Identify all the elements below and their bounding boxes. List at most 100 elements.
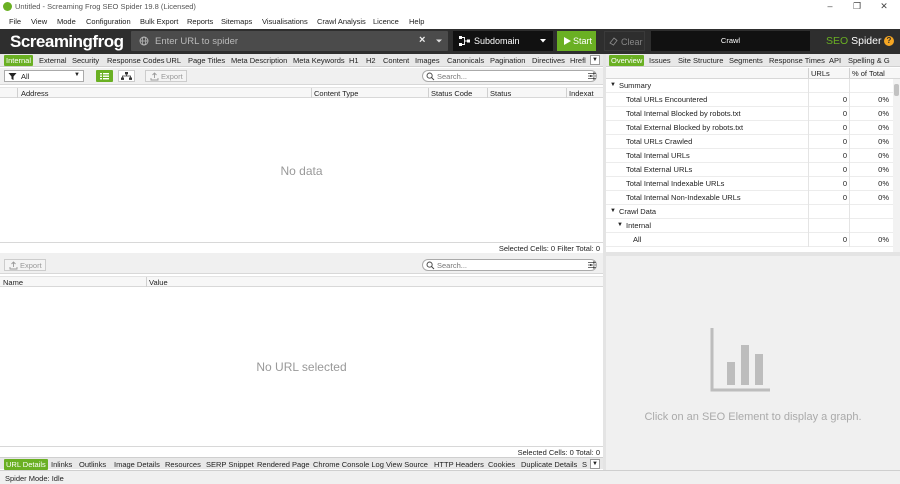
tree-view-button[interactable] <box>118 70 135 82</box>
menu-bulk-export[interactable]: Bulk Export <box>140 17 178 26</box>
search-input[interactable]: Search... <box>422 70 597 82</box>
tab-content[interactable]: Content <box>381 55 411 66</box>
lower-search-input[interactable]: Search... <box>422 259 597 271</box>
tab-response-times[interactable]: Response Times <box>767 55 827 66</box>
column-value[interactable]: Value <box>149 278 168 287</box>
list-item[interactable]: Total Internal Indexable URLs 0 0% <box>606 177 893 191</box>
tab-security[interactable]: Security <box>70 55 101 66</box>
tab-url-details[interactable]: URL Details <box>4 459 48 470</box>
overview-scrollbar[interactable] <box>893 79 900 252</box>
menu-sitemaps[interactable]: Sitemaps <box>221 17 252 26</box>
list-item[interactable]: All 0 0% <box>606 233 893 247</box>
filter-select[interactable]: All ▼ <box>4 70 84 82</box>
tab-api[interactable]: API <box>827 55 843 66</box>
menu-configuration[interactable]: Configuration <box>86 17 131 26</box>
list-view-button[interactable] <box>96 70 113 82</box>
menu-visualisations[interactable]: Visualisations <box>262 17 308 26</box>
menu-reports[interactable]: Reports <box>187 17 213 26</box>
tab-serp-snippet[interactable]: SERP Snippet <box>204 459 256 470</box>
clear-button[interactable]: Clear <box>604 31 645 51</box>
menu-file[interactable]: File <box>9 17 21 26</box>
list-item[interactable]: Total URLs Encountered 0 0% <box>606 93 893 107</box>
more-tabs-chevron-icon[interactable]: ▼ <box>590 459 600 469</box>
tab-spelling-grammar[interactable]: Spelling & G <box>846 55 892 66</box>
tree-node-internal[interactable]: ▼ Internal <box>606 219 893 233</box>
menu-view[interactable]: View <box>31 17 47 26</box>
search-icon <box>426 72 435 81</box>
close-button[interactable]: ✕ <box>874 1 894 12</box>
tab-external[interactable]: External <box>37 55 69 66</box>
column-percent-total[interactable]: % of Total <box>852 69 885 78</box>
tab-canonicals[interactable]: Canonicals <box>445 55 486 66</box>
minimize-button[interactable]: – <box>820 1 840 12</box>
more-tabs-chevron-icon[interactable]: ▼ <box>590 55 600 65</box>
tab-url[interactable]: URL <box>164 55 183 66</box>
eraser-icon <box>609 37 618 46</box>
tab-outlinks[interactable]: Outlinks <box>77 459 108 470</box>
crawl-mode-select[interactable]: Subdomain <box>453 31 553 51</box>
tab-images[interactable]: Images <box>413 55 442 66</box>
export-button[interactable]: Export <box>145 70 187 82</box>
menu-help[interactable]: Help <box>409 17 424 26</box>
tab-h2[interactable]: H2 <box>364 55 378 66</box>
list-item[interactable]: Total External URLs 0 0% <box>606 163 893 177</box>
tab-response-codes[interactable]: Response Codes <box>105 55 167 66</box>
tab-meta-keywords[interactable]: Meta Keywords <box>291 55 347 66</box>
list-item[interactable]: Total External Blocked by robots.txt 0 0… <box>606 121 893 135</box>
tab-directives[interactable]: Directives <box>530 55 567 66</box>
main-toolbar: Screamingfrog Enter URL to spider × Subd… <box>0 29 900 54</box>
column-status-code[interactable]: Status Code <box>431 89 472 98</box>
tab-inlinks[interactable]: Inlinks <box>49 459 74 470</box>
column-content-type[interactable]: Content Type <box>314 89 358 98</box>
graph-panel: Click on an SEO Element to display a gra… <box>606 256 900 470</box>
help-icon[interactable]: ? <box>884 36 894 46</box>
collapse-arrow-icon[interactable]: ▼ <box>617 222 623 228</box>
tab-http-headers[interactable]: HTTP Headers <box>432 459 486 470</box>
tab-resources[interactable]: Resources <box>163 459 203 470</box>
tab-cookies[interactable]: Cookies <box>486 459 517 470</box>
column-urls[interactable]: URLs <box>811 69 830 78</box>
column-indexability[interactable]: Indexat <box>569 89 594 98</box>
tree-node-crawl-data[interactable]: ▼ Crawl Data <box>606 205 893 219</box>
column-address[interactable]: Address <box>21 89 49 98</box>
tab-view-source[interactable]: View Source <box>384 459 430 470</box>
search-options-icon[interactable] <box>588 261 596 269</box>
start-button[interactable]: Start <box>557 31 596 51</box>
menu-crawl-analysis[interactable]: Crawl Analysis <box>317 17 366 26</box>
search-options-icon[interactable] <box>588 72 596 80</box>
url-input[interactable]: Enter URL to spider × <box>131 31 448 51</box>
tab-image-details[interactable]: Image Details <box>112 459 162 470</box>
list-item[interactable]: Total Internal Non-Indexable URLs 0 0% <box>606 191 893 205</box>
tab-meta-description[interactable]: Meta Description <box>229 55 289 66</box>
tree-icon <box>121 72 132 80</box>
list-item[interactable]: Total Internal URLs 0 0% <box>606 149 893 163</box>
tab-duplicate-details[interactable]: Duplicate Details <box>519 459 579 470</box>
maximize-button[interactable]: ❐ <box>847 1 867 12</box>
tab-issues[interactable]: Issues <box>647 55 673 66</box>
tab-rendered-page[interactable]: Rendered Page <box>255 459 312 470</box>
tab-internal[interactable]: Internal <box>4 55 34 66</box>
tab-segments[interactable]: Segments <box>727 55 765 66</box>
tab-chrome-console-log[interactable]: Chrome Console Log <box>311 459 386 470</box>
list-item[interactable]: Total URLs Crawled 0 0% <box>606 135 893 149</box>
menu-mode[interactable]: Mode <box>57 17 76 26</box>
tab-overview[interactable]: Overview <box>609 55 645 66</box>
menu-licence[interactable]: Licence <box>373 17 399 26</box>
collapse-arrow-icon[interactable]: ▼ <box>610 82 616 88</box>
collapse-arrow-icon[interactable]: ▼ <box>610 208 616 214</box>
tab-pagination[interactable]: Pagination <box>488 55 527 66</box>
column-status[interactable]: Status <box>490 89 511 98</box>
scrollbar-thumb[interactable] <box>894 84 899 96</box>
lower-export-button[interactable]: Export <box>4 259 46 271</box>
url-history-chevron-icon[interactable] <box>434 36 444 46</box>
clear-url-icon[interactable]: × <box>419 34 425 46</box>
list-item[interactable]: Total Internal Blocked by robots.txt 0 0… <box>606 107 893 121</box>
tab-structured-data[interactable]: S <box>580 459 589 470</box>
column-name[interactable]: Name <box>3 278 23 287</box>
tab-site-structure[interactable]: Site Structure <box>676 55 725 66</box>
tab-h1[interactable]: H1 <box>347 55 361 66</box>
metric-label: Total Internal Blocked by robots.txt <box>626 109 741 118</box>
tab-hreflang[interactable]: Hrefl <box>568 55 588 66</box>
tree-node-summary[interactable]: ▼ Summary <box>606 79 893 93</box>
tab-page-titles[interactable]: Page Titles <box>186 55 227 66</box>
